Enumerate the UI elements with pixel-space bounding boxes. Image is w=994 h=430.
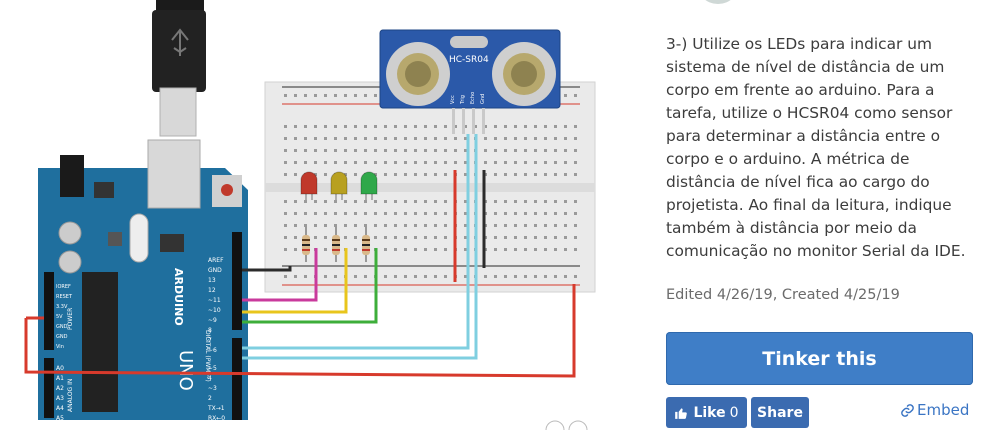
resistor-band bbox=[302, 244, 310, 246]
resistor-band bbox=[362, 249, 370, 251]
led-yellow bbox=[330, 171, 348, 195]
arduino-model: UNO bbox=[175, 350, 196, 391]
digital-pin-label: ~6 bbox=[208, 347, 217, 354]
resistor-band bbox=[332, 239, 340, 241]
digital-pin-label: ~11 bbox=[208, 297, 221, 304]
like-count: 0 bbox=[729, 404, 739, 421]
resistor-band bbox=[362, 244, 370, 246]
link-icon bbox=[901, 403, 914, 417]
digital-pin-label: ~3 bbox=[208, 385, 217, 392]
resistor-band bbox=[332, 244, 340, 246]
power-pin-label: RESET bbox=[56, 294, 73, 300]
power-pin-label: GND bbox=[56, 334, 68, 340]
led-red bbox=[300, 171, 318, 195]
usb-cable bbox=[152, 0, 206, 137]
digital-pin-label: ~10 bbox=[208, 307, 221, 314]
digital-pin-label: TX→1 bbox=[207, 405, 225, 412]
power-pin-label: 3.3V bbox=[56, 304, 68, 310]
fit-control-icon[interactable] bbox=[568, 420, 588, 430]
digital-pin-label: 13 bbox=[208, 277, 216, 284]
resistor-band bbox=[362, 239, 370, 241]
arduino-uno-board: ARDUINO UNO POWER ANALOG IN DIGITAL (PWM… bbox=[38, 139, 248, 422]
embed-label: Embed bbox=[917, 401, 970, 419]
digital-pin-label: 2 bbox=[208, 395, 212, 402]
digital-pin-label: 12 bbox=[208, 287, 216, 294]
digital-pin-label: 7 bbox=[208, 337, 212, 344]
embed-link[interactable]: Embed bbox=[900, 401, 969, 419]
like-label: Like bbox=[693, 404, 726, 421]
digital-pin-label: 8 bbox=[208, 327, 212, 334]
analog-pin-label: A4 bbox=[56, 405, 64, 412]
like-button[interactable]: Like 0 bbox=[666, 397, 747, 428]
sensor-pin-label: Echo bbox=[470, 92, 476, 104]
power-pin-label: Vin bbox=[56, 344, 64, 350]
power-section-label: POWER bbox=[67, 308, 74, 330]
sensor-pin-label: Trig bbox=[460, 95, 466, 105]
arduino-brand: ARDUINO bbox=[172, 268, 185, 326]
digital-pin-label: AREF bbox=[208, 257, 224, 264]
resistor-band bbox=[332, 249, 340, 251]
circuit-diagram: HC-SR04 Vcc Trig Echo Gnd ARDUINO UNO PO… bbox=[24, 0, 596, 430]
analog-pin-label: A3 bbox=[56, 395, 64, 402]
digital-pin-label: GND bbox=[208, 267, 222, 274]
digital-pin-label: ~5 bbox=[208, 365, 217, 372]
project-description: 3-) Utilize os LEDs para indicar um sist… bbox=[666, 35, 966, 260]
sensor-pin-label: Vcc bbox=[450, 95, 456, 104]
share-button[interactable]: Share bbox=[751, 397, 809, 428]
digital-pin-label: RX←0 bbox=[208, 415, 225, 422]
led-green bbox=[360, 171, 378, 195]
analog-pin-label: A2 bbox=[56, 385, 64, 392]
resistor-band bbox=[302, 249, 310, 251]
tinker-this-button[interactable]: Tinker this bbox=[666, 332, 973, 385]
power-pin-label: IOREF bbox=[56, 284, 71, 290]
details-panel: 3-) Utilize os LEDs para indicar um sist… bbox=[666, 0, 976, 430]
edited-created-dates: Edited 4/26/19, Created 4/25/19 bbox=[666, 287, 900, 303]
power-pin-label: GND bbox=[56, 324, 68, 330]
digital-pin-label: ~9 bbox=[208, 317, 217, 324]
circuit-canvas[interactable]: HC-SR04 Vcc Trig Echo Gnd ARDUINO UNO PO… bbox=[0, 0, 640, 430]
resistor-band bbox=[302, 239, 310, 241]
digital-pin-label: 4 bbox=[208, 375, 212, 382]
analog-pin-label: A5 bbox=[56, 415, 64, 422]
sensor-pin-label: Gnd bbox=[480, 94, 486, 104]
author-avatar[interactable] bbox=[696, 0, 740, 4]
analog-section-label: ANALOG IN bbox=[67, 379, 74, 412]
thumbs-up-icon bbox=[675, 407, 688, 419]
zoom-control-icon[interactable] bbox=[545, 420, 565, 430]
sensor-label: HC-SR04 bbox=[449, 55, 489, 65]
analog-pin-label: A1 bbox=[56, 375, 64, 382]
power-pin-label: 5V bbox=[56, 314, 63, 320]
